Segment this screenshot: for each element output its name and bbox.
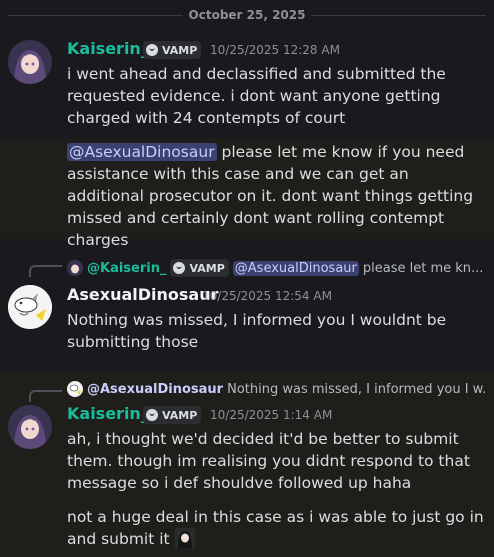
author-name[interactable]: AsexualDinosaur [67, 285, 219, 304]
user-mention[interactable]: @AsexualDinosaur [232, 260, 359, 276]
message-text: ah, i thought we'd decided it'd be bette… [67, 430, 470, 492]
reply-avatar [67, 381, 83, 397]
reply-spine [29, 390, 62, 402]
reply-preview-text: Nothing was missed, I informed you I w..… [227, 381, 487, 397]
reply-preview-text: please let me kn... [362, 260, 484, 276]
clan-tag[interactable]: VAMP [143, 41, 202, 59]
avatar-kaiserin [8, 405, 52, 449]
vamp-clan-icon [146, 44, 158, 56]
timestamp[interactable]: 10/25/2025 1:14 AM [210, 408, 332, 422]
author-name[interactable]: Kaiserin_ [67, 404, 149, 423]
message-text: not a huge deal in this case as i was ab… [67, 506, 487, 550]
message-text: Nothing was missed, I informed you I wou… [67, 311, 447, 351]
timestamp[interactable]: 10/25/2025 12:28 AM [210, 43, 340, 57]
message-text-main: not a huge deal in this case as i was ab… [67, 508, 484, 548]
clan-tag-label: VAMP [162, 43, 198, 57]
avatar[interactable] [8, 40, 52, 84]
reply-author[interactable]: @Kaiserin_ [87, 261, 166, 276]
avatar-asexualdinosaur [8, 285, 52, 329]
avatar-kaiserin [8, 40, 52, 84]
reply-spine [29, 265, 62, 277]
vamp-clan-icon [146, 409, 158, 421]
reply-author[interactable]: @AsexualDinosaur [87, 382, 223, 397]
reply-avatar [67, 260, 83, 276]
avatar[interactable] [8, 405, 52, 449]
message-text: @AsexualDinosaur please let me know if y… [67, 141, 487, 251]
vamp-clan-icon [173, 262, 186, 274]
avatar-kaiserin [67, 260, 83, 276]
timestamp[interactable]: 10/25/2025 12:54 AM [202, 289, 332, 303]
message-text: i went ahead and declassified and submit… [67, 65, 446, 127]
clan-tag-label: VAMP [189, 261, 225, 275]
clan-tag: VAMP [170, 259, 229, 277]
emoji-anime-girl[interactable] [174, 528, 195, 548]
avatar[interactable] [8, 285, 52, 329]
date-divider: October 25, 2025 [0, 6, 494, 26]
clan-tag-label: VAMP [162, 408, 198, 422]
avatar-asexualdinosaur [67, 381, 83, 397]
author-name[interactable]: Kaiserin_ [67, 39, 149, 58]
clan-tag[interactable]: VAMP [143, 406, 202, 424]
reply-preview[interactable]: @AsexualDinosaur Nothing was missed, I i… [67, 380, 487, 398]
reply-preview[interactable]: @Kaiserin_ VAMP @AsexualDinosaur please … [67, 259, 487, 277]
user-mention[interactable]: @AsexualDinosaur [67, 143, 217, 161]
date-divider-label: October 25, 2025 [182, 8, 312, 22]
